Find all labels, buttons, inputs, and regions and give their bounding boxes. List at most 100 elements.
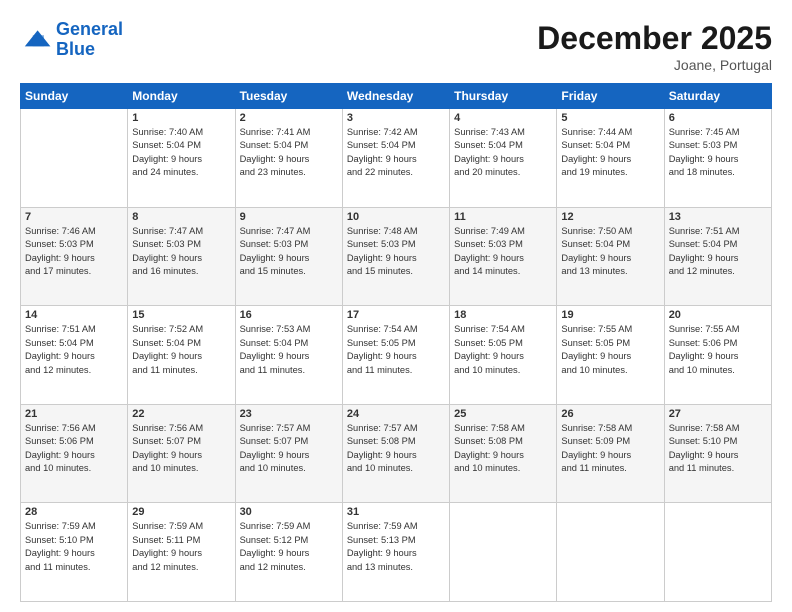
day-info: Sunrise: 7:52 AMSunset: 5:04 PMDaylight:… — [132, 323, 230, 377]
day-info: Sunrise: 7:53 AMSunset: 5:04 PMDaylight:… — [240, 323, 338, 377]
calendar-cell: 6Sunrise: 7:45 AMSunset: 5:03 PMDaylight… — [664, 109, 771, 208]
calendar-cell: 1 Sunrise: 7:40 AMSunset: 5:04 PMDaylight… — [128, 109, 235, 208]
day-number: 9 — [240, 211, 338, 223]
day-number: 24 — [347, 408, 445, 420]
calendar-body: 1 Sunrise: 7:40 AMSunset: 5:04 PMDaylight… — [21, 109, 772, 602]
calendar-cell: 3 Sunrise: 7:42 AMSunset: 5:04 PMDaylight… — [342, 109, 449, 208]
day-number: 5 — [561, 112, 659, 124]
calendar-cell: 8 Sunrise: 7:47 AMSunset: 5:03 PMDaylight… — [128, 207, 235, 306]
calendar-cell: 20 Sunrise: 7:55 AMSunset: 5:06 PMDayligh… — [664, 306, 771, 405]
calendar-week-1: 1 Sunrise: 7:40 AMSunset: 5:04 PMDaylight… — [21, 109, 772, 208]
day-number: 15 — [132, 309, 230, 321]
day-info: Sunrise: 7:48 AMSunset: 5:03 PMDaylight:… — [347, 225, 445, 279]
calendar-cell: 22Sunrise: 7:56 AMSunset: 5:07 PMDayligh… — [128, 404, 235, 503]
day-number: 28 — [25, 506, 123, 518]
calendar-cell: 9Sunrise: 7:47 AMSunset: 5:03 PMDaylight… — [235, 207, 342, 306]
weekday-header-thursday: Thursday — [450, 84, 557, 109]
day-number: 10 — [347, 211, 445, 223]
day-info: Sunrise: 7:41 AMSunset: 5:04 PMDaylight:… — [240, 126, 338, 180]
day-number: 30 — [240, 506, 338, 518]
day-info: Sunrise: 7:58 AMSunset: 5:10 PMDaylight:… — [669, 422, 767, 476]
calendar-cell: 21Sunrise: 7:56 AMSunset: 5:06 PMDayligh… — [21, 404, 128, 503]
weekday-header-monday: Monday — [128, 84, 235, 109]
day-number: 16 — [240, 309, 338, 321]
calendar-cell: 10 Sunrise: 7:48 AMSunset: 5:03 PMDayligh… — [342, 207, 449, 306]
logo-text: General Blue — [56, 20, 123, 60]
day-info: Sunrise: 7:46 AMSunset: 5:03 PMDaylight:… — [25, 225, 123, 279]
calendar-cell: 29Sunrise: 7:59 AMSunset: 5:11 PMDayligh… — [128, 503, 235, 602]
calendar-cell: 23 Sunrise: 7:57 AMSunset: 5:07 PMDayligh… — [235, 404, 342, 503]
calendar-cell — [664, 503, 771, 602]
weekday-header-saturday: Saturday — [664, 84, 771, 109]
day-info: Sunrise: 7:47 AMSunset: 5:03 PMDaylight:… — [132, 225, 230, 279]
day-number: 12 — [561, 211, 659, 223]
day-info: Sunrise: 7:54 AMSunset: 5:05 PMDaylight:… — [454, 323, 552, 377]
calendar-cell: 12 Sunrise: 7:50 AMSunset: 5:04 PMDayligh… — [557, 207, 664, 306]
calendar-cell: 17Sunrise: 7:54 AMSunset: 5:05 PMDayligh… — [342, 306, 449, 405]
calendar-cell — [557, 503, 664, 602]
day-number: 31 — [347, 506, 445, 518]
day-number: 18 — [454, 309, 552, 321]
day-info: Sunrise: 7:51 AMSunset: 5:04 PMDaylight:… — [669, 225, 767, 279]
day-info: Sunrise: 7:50 AMSunset: 5:04 PMDaylight:… — [561, 225, 659, 279]
day-number: 3 — [347, 112, 445, 124]
weekday-header-row: SundayMondayTuesdayWednesdayThursdayFrid… — [21, 84, 772, 109]
day-info: Sunrise: 7:42 AMSunset: 5:04 PMDaylight:… — [347, 126, 445, 180]
calendar-cell: 24 Sunrise: 7:57 AMSunset: 5:08 PMDayligh… — [342, 404, 449, 503]
calendar-cell: 27 Sunrise: 7:58 AMSunset: 5:10 PMDayligh… — [664, 404, 771, 503]
month-title: December 2025 — [537, 20, 772, 57]
day-info: Sunrise: 7:57 AMSunset: 5:08 PMDaylight:… — [347, 422, 445, 476]
day-info: Sunrise: 7:57 AMSunset: 5:07 PMDaylight:… — [240, 422, 338, 476]
day-info: Sunrise: 7:40 AMSunset: 5:04 PMDaylight:… — [132, 126, 230, 180]
day-info: Sunrise: 7:59 AMSunset: 5:10 PMDaylight:… — [25, 520, 123, 574]
day-number: 13 — [669, 211, 767, 223]
weekday-header-wednesday: Wednesday — [342, 84, 449, 109]
location: Joane, Portugal — [537, 57, 772, 73]
day-info: Sunrise: 7:44 AMSunset: 5:04 PMDaylight:… — [561, 126, 659, 180]
day-number: 8 — [132, 211, 230, 223]
calendar-week-4: 21Sunrise: 7:56 AMSunset: 5:06 PMDayligh… — [21, 404, 772, 503]
calendar-cell: 11Sunrise: 7:49 AMSunset: 5:03 PMDayligh… — [450, 207, 557, 306]
calendar-cell: 28 Sunrise: 7:59 AMSunset: 5:10 PMDayligh… — [21, 503, 128, 602]
day-info: Sunrise: 7:55 AMSunset: 5:06 PMDaylight:… — [669, 323, 767, 377]
day-number: 29 — [132, 506, 230, 518]
logo-icon — [20, 24, 52, 56]
day-number: 1 — [132, 112, 230, 124]
day-number: 25 — [454, 408, 552, 420]
weekday-header-sunday: Sunday — [21, 84, 128, 109]
calendar-week-3: 14 Sunrise: 7:51 AMSunset: 5:04 PMDayligh… — [21, 306, 772, 405]
day-number: 17 — [347, 309, 445, 321]
calendar-table: SundayMondayTuesdayWednesdayThursdayFrid… — [20, 83, 772, 602]
calendar-cell: 15 Sunrise: 7:52 AMSunset: 5:04 PMDayligh… — [128, 306, 235, 405]
day-info: Sunrise: 7:56 AMSunset: 5:06 PMDaylight:… — [25, 422, 123, 476]
weekday-header-tuesday: Tuesday — [235, 84, 342, 109]
page: General Blue December 2025 Joane, Portug… — [0, 0, 792, 612]
calendar-cell: 5 Sunrise: 7:44 AMSunset: 5:04 PMDaylight… — [557, 109, 664, 208]
day-number: 27 — [669, 408, 767, 420]
day-info: Sunrise: 7:43 AMSunset: 5:04 PMDaylight:… — [454, 126, 552, 180]
calendar-cell: 2 Sunrise: 7:41 AMSunset: 5:04 PMDaylight… — [235, 109, 342, 208]
day-number: 4 — [454, 112, 552, 124]
calendar-cell: 4 Sunrise: 7:43 AMSunset: 5:04 PMDaylight… — [450, 109, 557, 208]
calendar-cell: 26Sunrise: 7:58 AMSunset: 5:09 PMDayligh… — [557, 404, 664, 503]
calendar-cell: 13 Sunrise: 7:51 AMSunset: 5:04 PMDayligh… — [664, 207, 771, 306]
calendar-week-5: 28 Sunrise: 7:59 AMSunset: 5:10 PMDayligh… — [21, 503, 772, 602]
day-info: Sunrise: 7:58 AMSunset: 5:08 PMDaylight:… — [454, 422, 552, 476]
calendar-cell: 19Sunrise: 7:55 AMSunset: 5:05 PMDayligh… — [557, 306, 664, 405]
day-number: 2 — [240, 112, 338, 124]
day-info: Sunrise: 7:51 AMSunset: 5:04 PMDaylight:… — [25, 323, 123, 377]
day-number: 23 — [240, 408, 338, 420]
day-number: 20 — [669, 309, 767, 321]
day-number: 26 — [561, 408, 659, 420]
calendar-cell: 31Sunrise: 7:59 AMSunset: 5:13 PMDayligh… — [342, 503, 449, 602]
day-number: 6 — [669, 112, 767, 124]
calendar-cell: 25 Sunrise: 7:58 AMSunset: 5:08 PMDayligh… — [450, 404, 557, 503]
day-number: 14 — [25, 309, 123, 321]
calendar-week-2: 7 Sunrise: 7:46 AMSunset: 5:03 PMDaylight… — [21, 207, 772, 306]
day-number: 7 — [25, 211, 123, 223]
calendar-cell: 30Sunrise: 7:59 AMSunset: 5:12 PMDayligh… — [235, 503, 342, 602]
day-number: 19 — [561, 309, 659, 321]
calendar-cell: 18 Sunrise: 7:54 AMSunset: 5:05 PMDayligh… — [450, 306, 557, 405]
header: General Blue December 2025 Joane, Portug… — [20, 20, 772, 73]
day-number: 22 — [132, 408, 230, 420]
